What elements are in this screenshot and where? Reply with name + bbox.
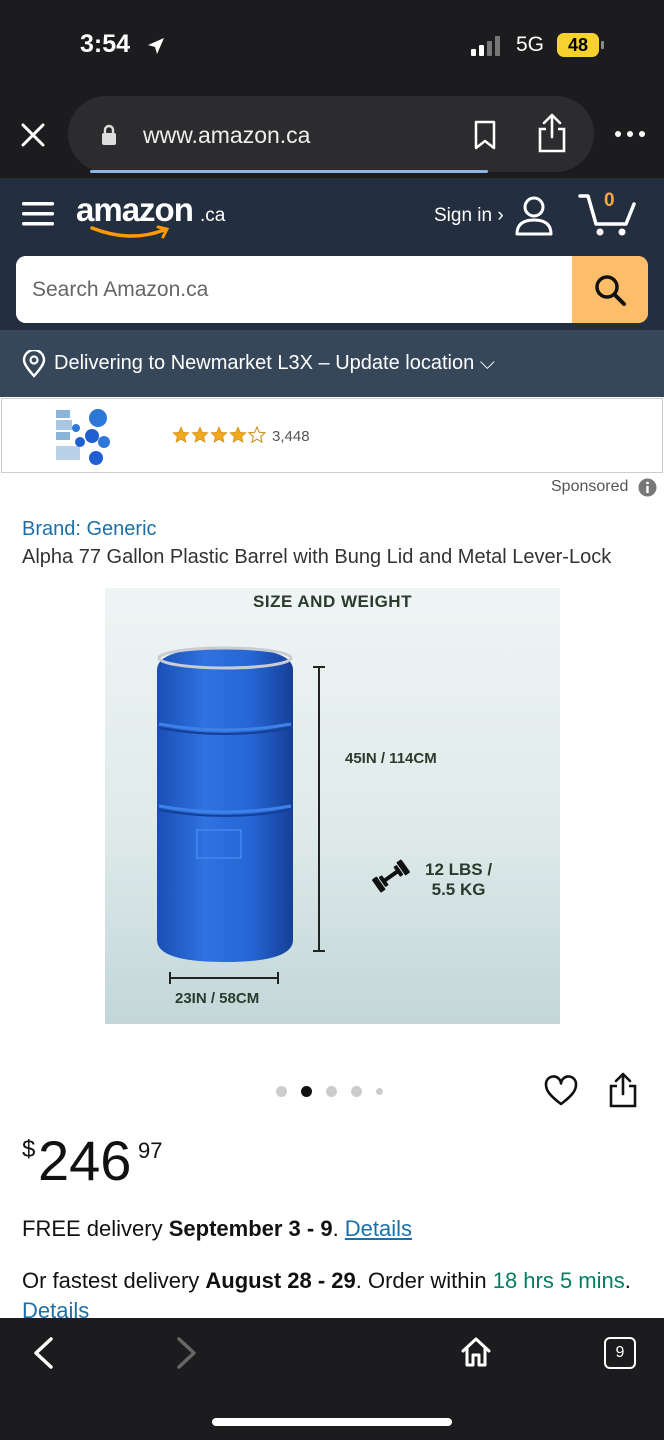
rating-stars-icon (172, 426, 267, 444)
gallery-dot[interactable] (351, 1086, 362, 1097)
gallery-dot[interactable] (276, 1086, 287, 1097)
forward-icon[interactable] (176, 1336, 198, 1370)
share-icon[interactable] (536, 113, 568, 153)
width-label: 23IN / 58CM (175, 990, 260, 1007)
height-label: 45IN / 114CM (345, 750, 437, 767)
free-delivery-details-link[interactable]: Details (345, 1216, 412, 1241)
search-button[interactable] (572, 256, 648, 323)
close-icon[interactable] (18, 120, 48, 150)
weight-line-2: 5.5 KG (431, 880, 486, 899)
price-currency: $ (22, 1136, 36, 1163)
user-icon[interactable] (514, 194, 554, 236)
order-within-time: 18 hrs 5 mins (492, 1268, 625, 1293)
tab-switcher-button[interactable]: 9 (604, 1337, 636, 1369)
logo-suffix: .ca (200, 205, 226, 226)
weight-label: 12 LBS / 5.5 KG (425, 860, 492, 900)
gallery-dot[interactable] (301, 1086, 312, 1097)
ad-review-count: 3,448 (272, 428, 310, 445)
ad-product-thumbnail[interactable] (52, 406, 112, 466)
search-icon (595, 274, 626, 306)
weight-line-1: 12 LBS / (425, 860, 493, 879)
barrel-illustration (157, 646, 293, 962)
fast-delivery-prefix: Or fastest delivery (22, 1268, 206, 1293)
sign-in-link[interactable]: Sign in › (434, 205, 504, 227)
brand-link[interactable]: Brand: Generic (22, 518, 157, 541)
sponsored-label: Sponsored (551, 478, 629, 495)
free-delivery-line: FREE delivery September 3 - 9. Details (22, 1216, 412, 1242)
back-icon[interactable] (32, 1336, 54, 1370)
fast-delivery-mid: . Order within (355, 1268, 493, 1293)
product-image[interactable]: SIZE AND WEIGHT 45IN / 114CM 23IN / 58CM… (105, 588, 560, 1024)
free-delivery-sep: . (332, 1216, 345, 1241)
width-dimension-line (169, 972, 279, 984)
delivery-location-text[interactable]: Delivering to Newmarket L3X – Update loc… (54, 352, 495, 375)
heart-icon[interactable] (544, 1074, 578, 1108)
more-options-icon[interactable] (614, 124, 646, 144)
home-icon[interactable] (460, 1336, 492, 1368)
location-arrow-icon (148, 38, 164, 54)
free-delivery-prefix: FREE delivery (22, 1216, 169, 1241)
fastest-delivery-line: Or fastest delivery August 28 - 29. Orde… (22, 1266, 642, 1326)
share-icon[interactable] (608, 1072, 638, 1108)
fast-delivery-dates: August 28 - 29 (205, 1268, 356, 1293)
search-input[interactable] (16, 256, 572, 323)
battery-level: 48 (557, 33, 599, 57)
battery-icon: 48 (557, 33, 605, 57)
battery-nub (601, 41, 604, 49)
signal-icon (471, 36, 500, 56)
logo-smile-icon (90, 225, 170, 239)
product-title: Alpha 77 Gallon Plastic Barrel with Bung… (22, 546, 612, 568)
page-load-progress (90, 170, 488, 173)
dumbbell-icon (372, 859, 410, 893)
bookmark-icon[interactable] (472, 120, 498, 150)
height-dimension-line (313, 666, 325, 952)
price-cents: 97 (138, 1138, 163, 1163)
fast-delivery-sep: . (624, 1268, 631, 1293)
gallery-dot[interactable] (326, 1086, 337, 1097)
url-text[interactable]: www.amazon.ca (143, 122, 310, 149)
status-time: 3:54 (80, 30, 131, 58)
image-heading: SIZE AND WEIGHT (253, 592, 412, 611)
logo-wordmark: amazon (76, 191, 194, 228)
location-pin-icon (22, 350, 46, 378)
info-icon[interactable] (638, 478, 657, 497)
gallery-dot[interactable] (376, 1088, 383, 1095)
free-delivery-dates: September 3 - 9 (168, 1216, 333, 1241)
menu-icon[interactable] (22, 198, 54, 230)
network-type: 5G (516, 33, 545, 56)
lock-icon (102, 124, 116, 145)
price-whole: 246 (38, 1129, 132, 1192)
home-indicator (212, 1418, 452, 1426)
image-gallery-dots[interactable] (276, 1084, 386, 1098)
amazon-logo[interactable]: amazon .ca (76, 191, 226, 243)
cart-count: 0 (604, 190, 615, 211)
search-bar (16, 256, 648, 323)
